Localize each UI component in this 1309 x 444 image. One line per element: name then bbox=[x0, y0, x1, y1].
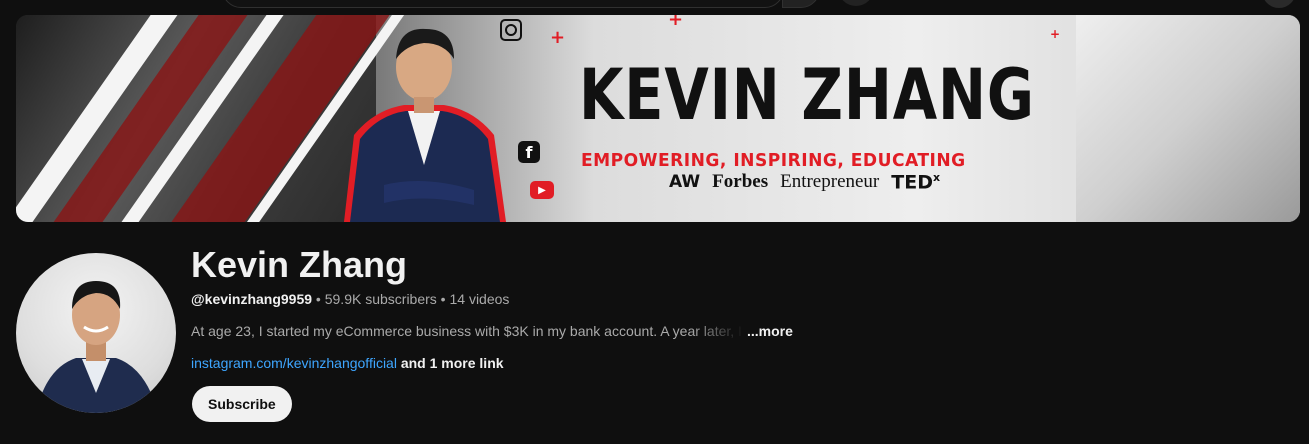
account-avatar[interactable] bbox=[1262, 0, 1296, 8]
top-bar bbox=[0, 0, 1309, 10]
description-more-button[interactable]: ...more bbox=[747, 323, 793, 339]
search-button[interactable] bbox=[782, 0, 820, 8]
instagram-link[interactable]: instagram.com/kevinzhangofficial bbox=[191, 355, 397, 371]
channel-links: instagram.com/kevinzhangofficial and 1 m… bbox=[191, 355, 504, 371]
video-count: 14 videos bbox=[449, 291, 510, 307]
banner-person-image bbox=[344, 28, 506, 222]
plus-decoration-icon: + bbox=[668, 15, 684, 30]
subscribe-button[interactable]: Subscribe bbox=[192, 386, 292, 422]
channel-handle: @kevinzhang9959 bbox=[191, 291, 313, 307]
channel-avatar[interactable] bbox=[16, 253, 176, 413]
voice-search-button[interactable] bbox=[838, 0, 874, 6]
subscriber-count: 59.9K subscribers bbox=[324, 291, 437, 307]
channel-banner: f ▶ + + + KEVIN ZHANG EMPOWERING, INSPIR… bbox=[16, 15, 1300, 222]
plus-decoration-icon: + bbox=[550, 27, 566, 48]
banner-title: KEVIN ZHANG bbox=[579, 54, 1035, 136]
banner-tagline: EMPOWERING, INSPIRING, EDUCATING bbox=[581, 150, 966, 171]
channel-meta: @kevinzhang9959 • 59.9K subscribers • 14… bbox=[191, 291, 510, 307]
instagram-icon bbox=[500, 19, 522, 41]
aw-logo: AW bbox=[669, 172, 701, 193]
entrepreneur-logo: Entrepreneur bbox=[780, 171, 880, 193]
facebook-icon: f bbox=[518, 141, 540, 163]
press-logos: AW Forbes Entrepreneur TEDx bbox=[669, 171, 940, 193]
avatar-portrait-image bbox=[36, 281, 158, 413]
forbes-logo: Forbes bbox=[712, 171, 769, 193]
more-links-button[interactable]: and 1 more link bbox=[397, 355, 504, 371]
youtube-icon: ▶ bbox=[530, 181, 554, 199]
description-fade bbox=[690, 320, 750, 342]
channel-description[interactable]: At age 23, I started my eCommerce busine… bbox=[191, 323, 751, 339]
channel-name: Kevin Zhang bbox=[191, 244, 408, 285]
ted-logo: TEDx bbox=[891, 171, 941, 194]
search-input[interactable] bbox=[222, 0, 784, 8]
banner-decoration bbox=[1076, 15, 1300, 222]
plus-decoration-icon: + bbox=[1050, 27, 1061, 41]
